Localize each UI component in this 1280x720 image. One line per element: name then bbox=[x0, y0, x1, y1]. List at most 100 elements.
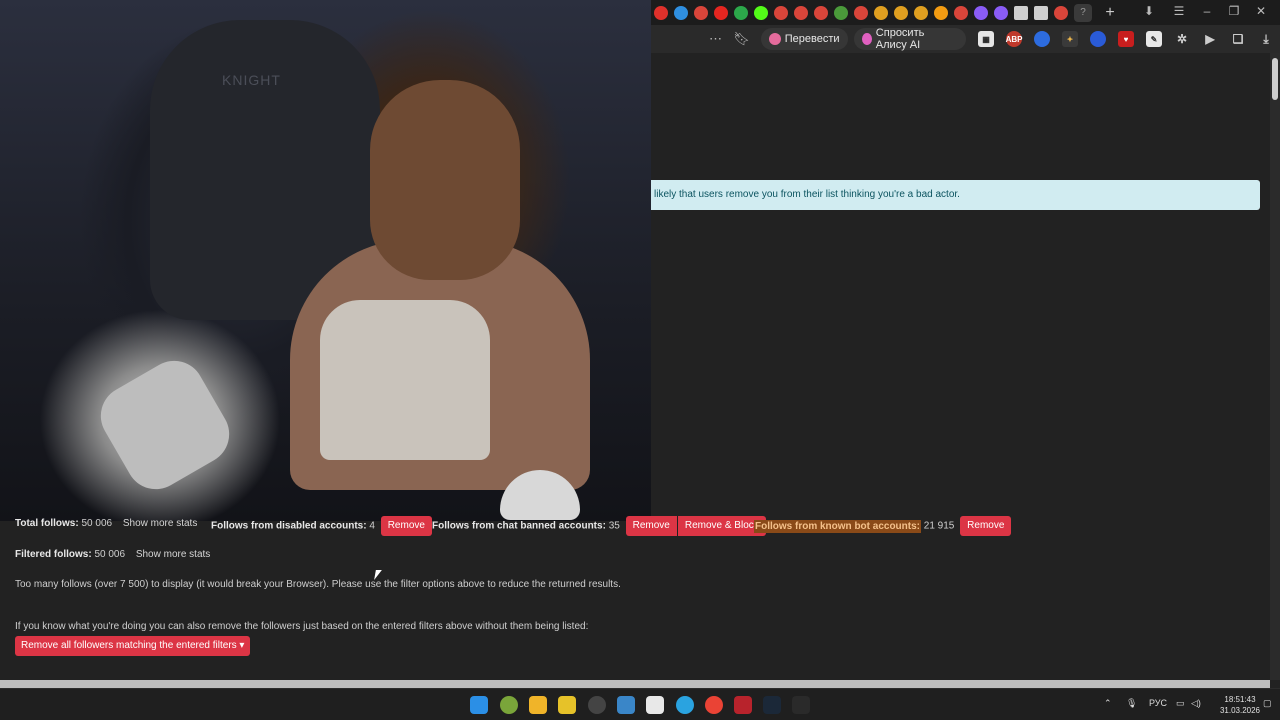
restore-icon[interactable]: ❐ bbox=[1224, 4, 1244, 18]
tab-favicon[interactable] bbox=[754, 5, 768, 20]
tab-favicon[interactable] bbox=[1034, 5, 1048, 20]
tab-strip: ? + ⬇ ☰ – ❐ ✕ bbox=[651, 0, 1280, 25]
app-icon[interactable] bbox=[792, 696, 810, 714]
qr-code-icon[interactable]: ▦ bbox=[978, 31, 994, 47]
close-icon[interactable]: ✕ bbox=[1251, 4, 1271, 18]
new-tab-button[interactable]: + bbox=[1101, 4, 1119, 22]
ask-alice-label: Спросить Алису AI bbox=[875, 27, 925, 51]
chat-banned-label: Follows from chat banned accounts: bbox=[432, 520, 606, 532]
person-top bbox=[320, 300, 490, 460]
disabled-accounts-row: Follows from disabled accounts: 4 Remove bbox=[211, 516, 432, 536]
tab-favicon[interactable] bbox=[674, 5, 688, 20]
filtered-follows-row: Filtered follows: 50 006 Show more stats bbox=[15, 549, 210, 560]
chrome-icon[interactable] bbox=[705, 696, 723, 714]
clock[interactable]: 18:51:43 31.03.2026 bbox=[1220, 694, 1260, 716]
remove-block-chat-banned-button[interactable]: Remove & Block bbox=[677, 516, 766, 536]
clock-time: 18:51:43 bbox=[1224, 695, 1256, 704]
notifications-icon[interactable]: ▢ bbox=[1263, 698, 1272, 709]
screen: KNIGHT ? + ⬇ ☰ – ❐ ✕ ⋯ 🔖︎ Перевести Спро… bbox=[0, 0, 1280, 720]
filtered-follows-label: Filtered follows: bbox=[15, 549, 92, 560]
show-more-stats-link[interactable]: Show more stats bbox=[123, 518, 197, 529]
tab-favicon[interactable] bbox=[994, 5, 1008, 20]
obs-icon[interactable] bbox=[588, 696, 606, 714]
horizontal-scrollbar[interactable] bbox=[0, 680, 1270, 688]
bookmark-icon[interactable]: 🔖︎ bbox=[733, 31, 750, 47]
translate-button[interactable]: Перевести bbox=[760, 28, 848, 50]
alice-icon bbox=[861, 33, 872, 45]
tab-favicon[interactable] bbox=[814, 5, 828, 20]
volume-icon[interactable]: ◁) bbox=[1191, 698, 1201, 709]
vertical-scroll-thumb[interactable] bbox=[1272, 58, 1278, 100]
remove-all-dropdown-button[interactable]: Remove all followers matching the entere… bbox=[15, 636, 251, 656]
clock-date: 31.03.2026 bbox=[1219, 706, 1260, 715]
microphone bbox=[89, 349, 241, 501]
tab-favicon[interactable] bbox=[654, 5, 668, 20]
taskbar: ⌃ 🎙︎ РУС ▭ ◁) 18:51:43 31.03.2026 ▢ bbox=[0, 688, 1280, 720]
chat-banned-row: Follows from chat banned accounts: 35 Re… bbox=[432, 516, 766, 536]
chat-banned-value: 35 bbox=[608, 520, 620, 532]
too-many-follows-text: Too many follows (over 7 500) to display… bbox=[15, 579, 621, 590]
person-face bbox=[370, 80, 520, 280]
tab-favicon[interactable] bbox=[1014, 5, 1028, 20]
tab-favicon[interactable] bbox=[734, 5, 748, 20]
adblock-plus-icon[interactable]: ABP bbox=[1006, 31, 1022, 47]
microphone-icon[interactable]: 🎙︎ bbox=[1126, 698, 1137, 709]
minimize-icon[interactable]: – bbox=[1197, 4, 1217, 18]
filter-removal-text: If you know what you're doing you can al… bbox=[15, 621, 589, 632]
tab-favicon[interactable] bbox=[874, 5, 888, 20]
downloads-icon[interactable]: ⤓ bbox=[1258, 31, 1274, 47]
disabled-accounts-value: 4 bbox=[369, 520, 375, 532]
start-icon[interactable] bbox=[470, 696, 488, 714]
steam-icon[interactable] bbox=[763, 696, 781, 714]
download-status-icon[interactable]: ⬇ bbox=[1139, 4, 1159, 18]
app-icon[interactable] bbox=[500, 696, 518, 714]
extension-icon[interactable]: ♥ bbox=[1118, 31, 1134, 47]
tab-favicon[interactable] bbox=[854, 5, 868, 20]
tab-favicon[interactable] bbox=[914, 5, 928, 20]
tab-favicon[interactable] bbox=[934, 5, 948, 20]
info-alert: likely that users remove you from their … bbox=[651, 180, 1260, 210]
tab-favicon[interactable] bbox=[834, 5, 848, 20]
bot-accounts-label: Follows from known bot accounts: bbox=[754, 519, 921, 533]
app-icon[interactable] bbox=[558, 696, 576, 714]
yandex-browser-icon[interactable] bbox=[646, 696, 664, 714]
media-icon[interactable]: ▶ bbox=[1202, 31, 1218, 47]
tab-favicon[interactable] bbox=[694, 5, 708, 20]
collections-icon[interactable]: ❏ bbox=[1230, 31, 1246, 47]
app-icon[interactable] bbox=[734, 696, 752, 714]
webcam-overlay: KNIGHT bbox=[0, 0, 651, 521]
telegram-icon[interactable] bbox=[676, 696, 694, 714]
tray-overflow-icon[interactable]: ⌃ bbox=[1104, 698, 1112, 709]
active-tab[interactable]: ? bbox=[1074, 3, 1092, 22]
remove-chat-banned-button[interactable]: Remove bbox=[625, 516, 677, 536]
total-follows-label: Total follows: bbox=[15, 518, 79, 529]
extension-icon[interactable] bbox=[1034, 31, 1050, 47]
disabled-accounts-label: Follows from disabled accounts: bbox=[211, 520, 367, 532]
vertical-scrollbar[interactable] bbox=[1270, 53, 1280, 680]
file-explorer-icon[interactable] bbox=[529, 696, 547, 714]
remove-bots-button[interactable]: Remove bbox=[960, 516, 1012, 536]
tab-favicon[interactable] bbox=[894, 5, 908, 20]
alice-voice-icon[interactable] bbox=[1090, 31, 1106, 47]
remove-disabled-button[interactable]: Remove bbox=[380, 516, 432, 536]
ask-alice-button[interactable]: Спросить Алису AI bbox=[853, 27, 966, 51]
browser-toolbar: ⋯ 🔖︎ Перевести Спросить Алису AI ▦ ABP ✦… bbox=[651, 25, 1280, 53]
bot-accounts-value: 21 915 bbox=[923, 520, 955, 532]
remove-all-row: Remove all followers matching the entere… bbox=[15, 636, 251, 656]
network-icon[interactable]: ▭ bbox=[1176, 698, 1185, 709]
show-more-stats-link[interactable]: Show more stats bbox=[136, 549, 210, 560]
tab-favicon[interactable] bbox=[714, 5, 728, 20]
menu-icon[interactable]: ☰ bbox=[1169, 4, 1189, 18]
language-indicator[interactable]: РУС bbox=[1149, 698, 1167, 708]
chair-logo: KNIGHT bbox=[222, 72, 281, 88]
more-icon[interactable]: ⋯ bbox=[708, 31, 724, 47]
extensions-puzzle-icon[interactable]: ✲ bbox=[1174, 31, 1190, 47]
extension-icon[interactable]: ✦ bbox=[1062, 31, 1078, 47]
app-icon[interactable] bbox=[617, 696, 635, 714]
tab-favicon[interactable] bbox=[954, 5, 968, 20]
extension-icon[interactable]: ✎ bbox=[1146, 31, 1162, 47]
tab-favicon[interactable] bbox=[794, 5, 808, 20]
tab-favicon[interactable] bbox=[974, 5, 988, 20]
tab-favicon[interactable] bbox=[774, 5, 788, 20]
tab-favicon[interactable] bbox=[1054, 5, 1068, 20]
